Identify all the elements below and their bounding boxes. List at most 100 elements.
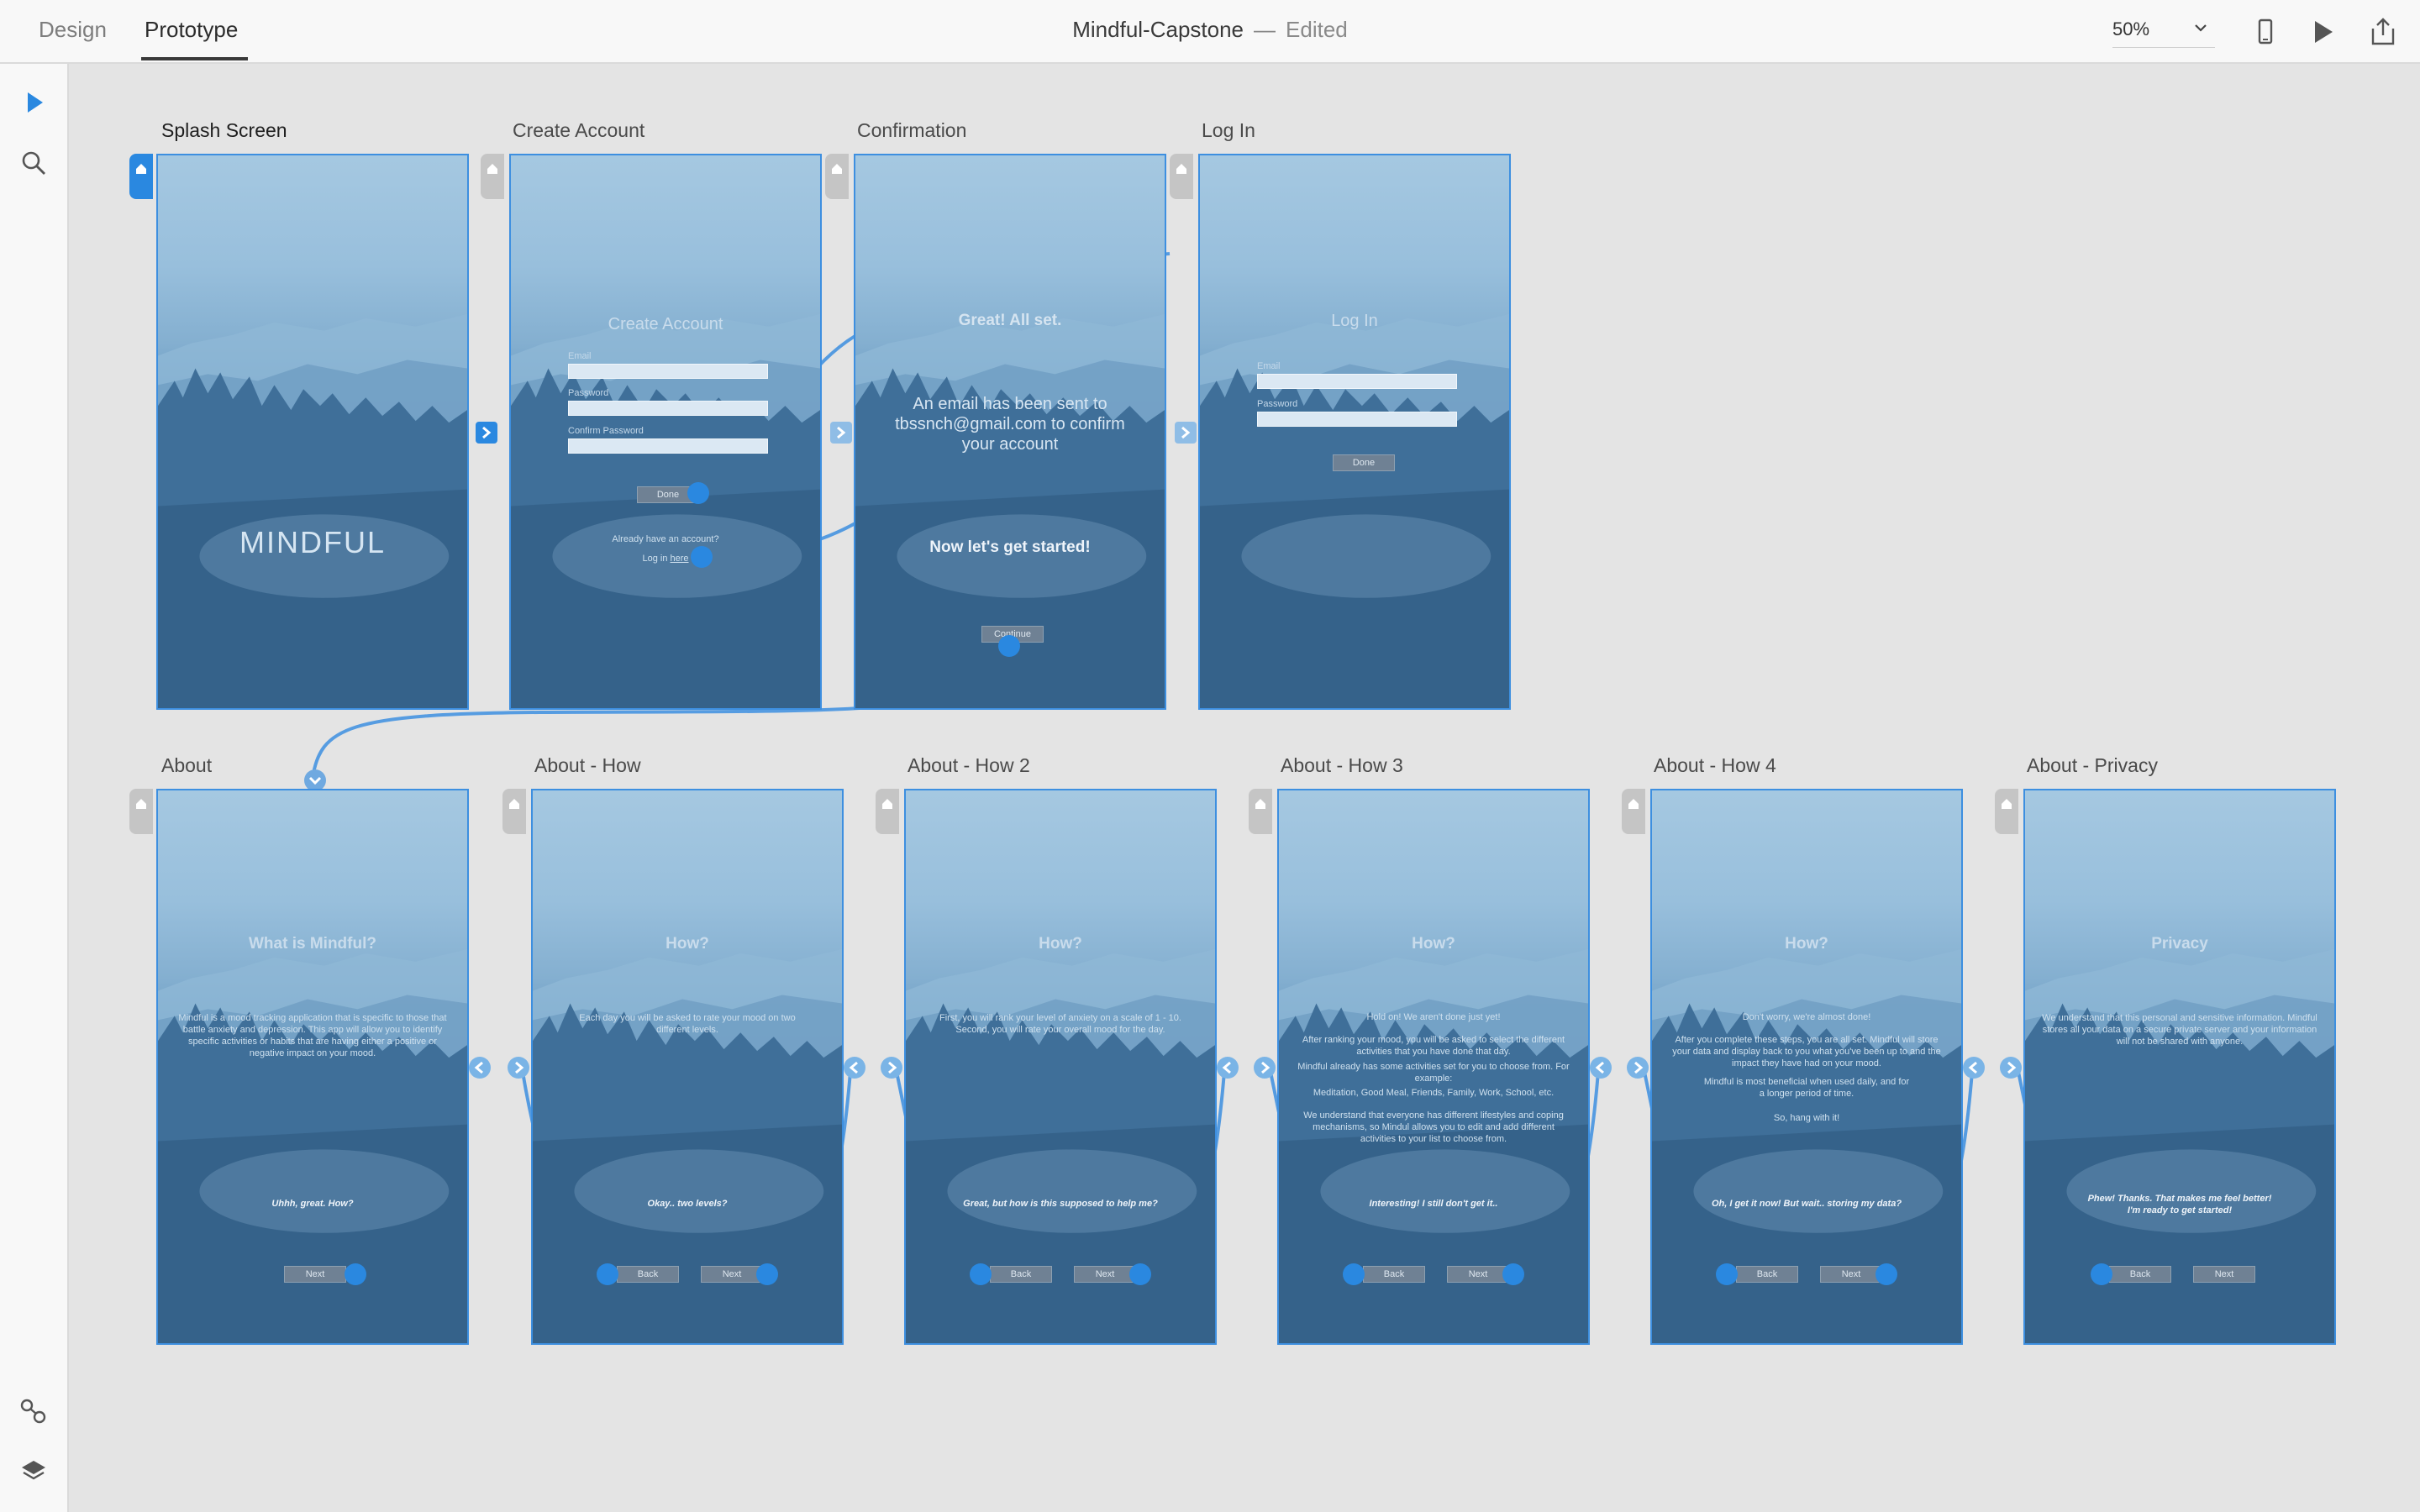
password-field[interactable]: [1257, 412, 1457, 427]
artboard-about-how-2[interactable]: How? First, you will rank your level of …: [904, 789, 1217, 1345]
home-marker[interactable]: [502, 789, 526, 834]
screen-title: What is Mindful?: [249, 935, 376, 953]
screen-title: How?: [1785, 935, 1828, 953]
next-button[interactable]: Next: [2193, 1266, 2255, 1283]
chevron-right-icon[interactable]: [1254, 1057, 1276, 1079]
back-button[interactable]: Back: [2109, 1266, 2171, 1283]
artboard-label[interactable]: Log In: [1202, 119, 1255, 142]
home-marker[interactable]: [129, 789, 153, 834]
chevron-left-icon[interactable]: [1217, 1057, 1239, 1079]
title-separator: —: [1254, 17, 1276, 42]
artboard-label[interactable]: About - How: [534, 754, 641, 777]
magnifier-icon[interactable]: [18, 148, 49, 178]
home-icon: [1176, 164, 1186, 174]
back-button[interactable]: Back: [1363, 1266, 1425, 1283]
top-toolbar: Design Prototype Mindful-Capstone — Edited…: [0, 0, 2420, 64]
wire-handle[interactable]: [1343, 1263, 1365, 1285]
wire-handle[interactable]: [756, 1263, 778, 1285]
email-label: Email: [568, 351, 592, 361]
home-marker[interactable]: [876, 789, 899, 834]
login-here-link[interactable]: here: [671, 554, 689, 564]
chevron-right-icon[interactable]: [476, 422, 497, 444]
chevron-right-icon[interactable]: [2000, 1057, 2022, 1079]
about-body-benefit: Mindful is most beneficial when used dai…: [1703, 1077, 1910, 1099]
share-icon[interactable]: [2368, 17, 2398, 47]
wire-handle[interactable]: [691, 546, 713, 568]
artboard-label[interactable]: Create Account: [513, 119, 644, 142]
chevron-right-icon[interactable]: [881, 1057, 902, 1079]
wire-handle[interactable]: [1129, 1263, 1151, 1285]
home-marker[interactable]: [1622, 789, 1645, 834]
next-button[interactable]: Next: [701, 1266, 763, 1283]
about-body-encourage: So, hang with it!: [1773, 1113, 1840, 1123]
home-marker[interactable]: [1249, 789, 1272, 834]
chevron-left-icon[interactable]: [1963, 1057, 1985, 1079]
artboard-label[interactable]: About - Privacy: [2027, 754, 2158, 777]
link-nodes-icon[interactable]: [18, 1396, 49, 1426]
wire-handle[interactable]: [970, 1263, 992, 1285]
wire-handle[interactable]: [1876, 1263, 1897, 1285]
back-button[interactable]: Back: [990, 1266, 1052, 1283]
artboard-about-how[interactable]: How? Each day you will be asked to rate …: [531, 789, 844, 1345]
home-icon: [882, 799, 892, 809]
artboard-log-in[interactable]: Log In Email Password Done: [1198, 154, 1511, 710]
wire-handle[interactable]: [687, 482, 709, 504]
confirm-password-field[interactable]: [568, 438, 768, 454]
wire-handle[interactable]: [597, 1263, 618, 1285]
wire-handle[interactable]: [2091, 1263, 2112, 1285]
arrow-select-icon[interactable]: [18, 87, 49, 118]
app-logo: MINDFUL: [239, 525, 386, 559]
artboard-label[interactable]: Splash Screen: [161, 119, 287, 142]
back-button[interactable]: Back: [617, 1266, 679, 1283]
wire-handle[interactable]: [998, 635, 1020, 657]
home-marker[interactable]: [1170, 154, 1193, 199]
layers-icon[interactable]: [18, 1457, 49, 1487]
chevron-right-icon[interactable]: [1175, 422, 1197, 444]
artboard-label[interactable]: About: [161, 754, 212, 777]
zoom-select[interactable]: 50%: [2112, 18, 2215, 48]
email-field[interactable]: [1257, 374, 1457, 389]
chevron-right-icon[interactable]: [1627, 1057, 1649, 1079]
wire-handle[interactable]: [345, 1263, 366, 1285]
chevron-left-icon[interactable]: [469, 1057, 491, 1079]
next-button[interactable]: Next: [1447, 1266, 1509, 1283]
next-button[interactable]: Next: [284, 1266, 346, 1283]
artboard-splash-screen[interactable]: MINDFUL: [156, 154, 469, 710]
wire-handle[interactable]: [1502, 1263, 1524, 1285]
about-body: Each day you will be asked to rate your …: [579, 1013, 796, 1035]
chevron-right-icon[interactable]: [508, 1057, 529, 1079]
chevron-left-icon[interactable]: [844, 1057, 865, 1079]
back-button[interactable]: Back: [1736, 1266, 1798, 1283]
prototype-canvas[interactable]: Splash Screen MINDFUL Create Account Cre…: [69, 64, 2420, 1512]
done-button[interactable]: Done: [1333, 454, 1395, 471]
artboard-confirmation[interactable]: Great! All set. An email has been sent t…: [854, 154, 1166, 710]
artboard-about[interactable]: What is Mindful? Mindful is a mood track…: [156, 789, 469, 1345]
home-marker[interactable]: [1995, 789, 2018, 834]
chevron-left-icon[interactable]: [1590, 1057, 1612, 1079]
artboard-about-privacy[interactable]: Privacy We understand that this personal…: [2023, 789, 2336, 1345]
screen-title: Great! All set.: [958, 312, 1062, 329]
artboard-about-how-4[interactable]: How? Don't worry, we're almost done! Aft…: [1650, 789, 1963, 1345]
reply-text: Uhhh, great. How?: [271, 1199, 354, 1209]
home-icon: [1628, 799, 1639, 809]
artboard-create-account[interactable]: Create Account Email Password Confirm Pa…: [509, 154, 822, 710]
artboard-label[interactable]: About - How 2: [908, 754, 1030, 777]
home-marker[interactable]: [481, 154, 504, 199]
phone-icon[interactable]: [2250, 17, 2281, 47]
play-icon[interactable]: [2307, 17, 2338, 47]
home-marker[interactable]: [825, 154, 849, 199]
email-label: Email: [1257, 361, 1281, 371]
cta-text: Now let's get started!: [929, 538, 1091, 556]
artboard-label[interactable]: About - How 3: [1281, 754, 1403, 777]
artboard-label[interactable]: Confirmation: [857, 119, 966, 142]
home-marker[interactable]: [129, 154, 153, 199]
artboard-about-how-3[interactable]: How? Hold on! We aren't done just yet! A…: [1277, 789, 1590, 1345]
next-button[interactable]: Next: [1820, 1266, 1882, 1283]
email-field[interactable]: [568, 364, 768, 379]
artboard-label[interactable]: About - How 4: [1654, 754, 1776, 777]
next-button[interactable]: Next: [1074, 1266, 1136, 1283]
wire-handle[interactable]: [1716, 1263, 1738, 1285]
reply-text: Phew! Thanks. That makes me feel better!: [2087, 1194, 2272, 1204]
password-field[interactable]: [568, 401, 768, 416]
chevron-right-icon[interactable]: [830, 422, 852, 444]
